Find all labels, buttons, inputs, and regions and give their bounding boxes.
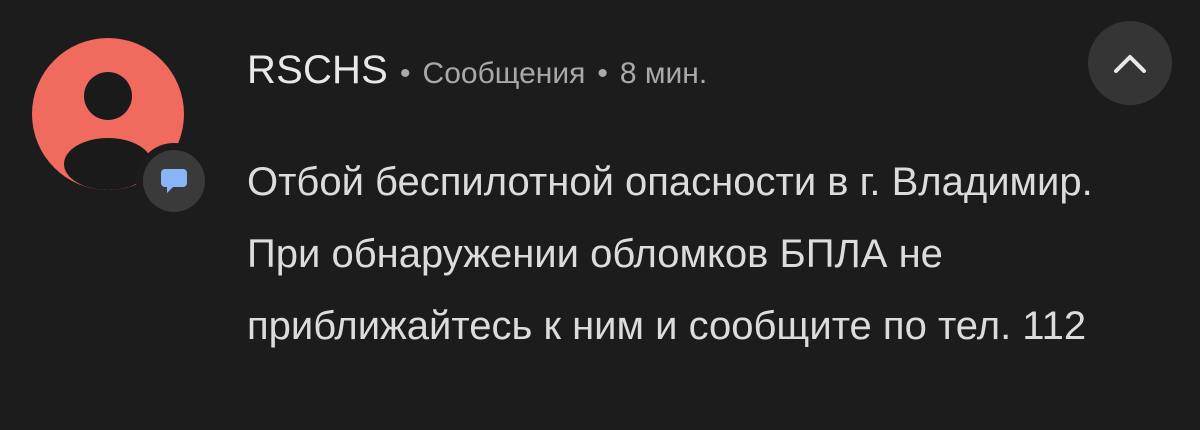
notification-header: RSCHS • Сообщения • 8 мин. <box>247 48 707 98</box>
header-separator: • <box>400 57 411 90</box>
app-badge <box>136 143 212 219</box>
timestamp: 8 мин. <box>619 57 708 90</box>
app-badge-circle <box>143 150 205 212</box>
sender-name: RSCHS <box>247 48 389 92</box>
chevron-up-icon <box>1114 55 1146 73</box>
notification-card[interactable]: RSCHS • Сообщения • 8 мин. Отбой беспило… <box>0 0 1200 430</box>
message-text: Отбой беспилотной опасности в г. Владими… <box>247 160 1093 348</box>
header-separator: • <box>597 57 608 90</box>
notification-category: Сообщения <box>422 57 586 90</box>
collapse-button[interactable] <box>1088 21 1172 105</box>
chat-bubble-icon <box>161 169 187 193</box>
